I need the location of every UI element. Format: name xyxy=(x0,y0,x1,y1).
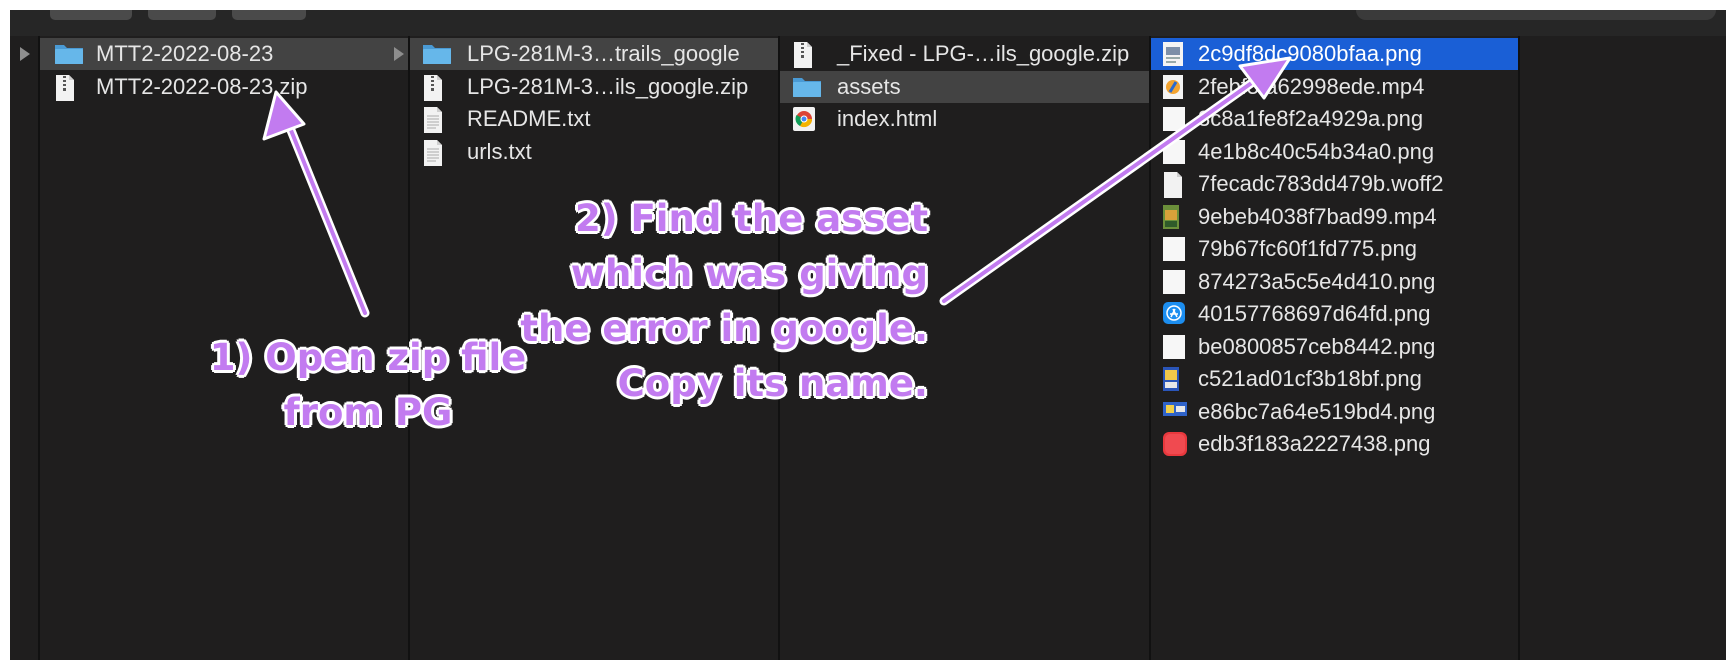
annotation-line: 1) Open zip file xyxy=(209,336,527,379)
annotation-step2: 2) Find the asset which was giving the e… xyxy=(520,191,928,411)
annotation-line: 2) Find the asset xyxy=(575,197,928,240)
arrow-step1 xyxy=(262,90,370,318)
annotation-line: the error in google. xyxy=(520,307,928,350)
screenshot-stage: MTT2-2022-08-23 MTT2-2022-08-23.zip LPG-28… xyxy=(0,0,1736,670)
annotation-line: from PG xyxy=(283,391,453,434)
annotation-line: which was giving xyxy=(570,252,928,295)
annotation-step1: 1) Open zip file from PG xyxy=(208,330,528,440)
annotation-line: Copy its name. xyxy=(617,362,928,405)
arrow-step2 xyxy=(939,56,1292,306)
